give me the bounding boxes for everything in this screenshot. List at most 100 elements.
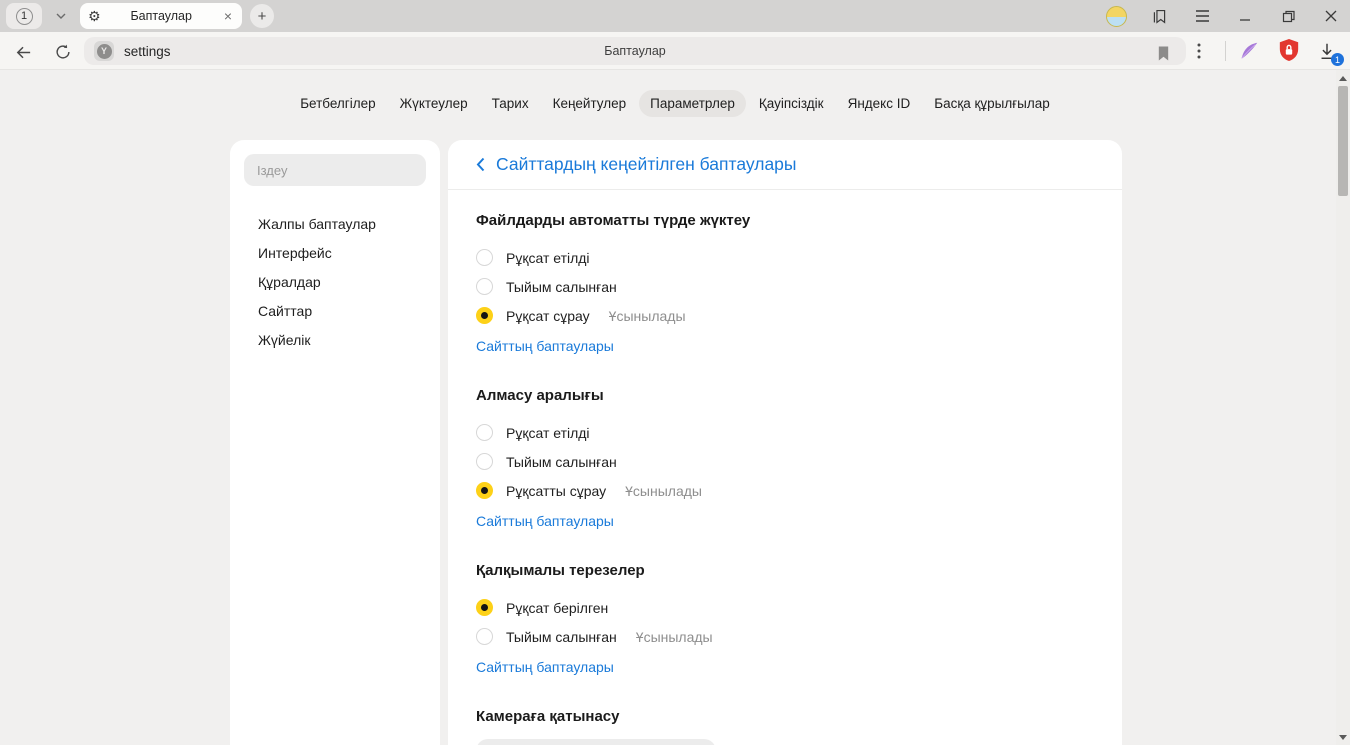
tab-yandex-id[interactable]: Яндекс ID <box>837 90 922 117</box>
radio-option[interactable]: Рұқсатты сұрау Ұсынылады <box>476 476 1094 505</box>
radio-label: Рұқсат сұрау <box>506 308 590 324</box>
gear-icon: ⚙ <box>88 9 101 23</box>
tab-strip: 1 ⚙ Баптаулар × + <box>0 0 1350 32</box>
radio-label: Рұқсат етілді <box>506 425 590 441</box>
tab-history[interactable]: Тарих <box>481 90 540 117</box>
radio-option[interactable]: Рұқсат етілді <box>476 418 1094 447</box>
camera-device-select[interactable]: ov9734_azurewave_camera Алдыңғы ⌄ <box>476 739 716 745</box>
scroll-down-arrow[interactable] <box>1336 731 1350 743</box>
bookmarks-icon <box>1151 8 1168 25</box>
recommended-badge: Ұсынылады <box>609 308 686 324</box>
site-icon: Y <box>94 41 114 61</box>
radio-icon[interactable] <box>476 278 493 295</box>
page-title: Сайттардың кеңейтілген баптаулары <box>496 154 797 175</box>
section-heading: Алмасу аралығы <box>476 386 1094 406</box>
sidebar-list: Жалпы баптаулар Интерфейс Құралдар Сайтт… <box>230 200 440 355</box>
bookmarks-panel-button[interactable] <box>1148 5 1170 27</box>
reload-icon <box>54 43 72 61</box>
site-settings-link[interactable]: Сайттың баптаулары <box>476 511 614 531</box>
radio-icon[interactable] <box>476 249 493 266</box>
window-minimize-button[interactable] <box>1234 5 1256 27</box>
radio-icon[interactable] <box>476 482 493 499</box>
radio-label: Тыйым салынған <box>506 279 617 295</box>
radio-option[interactable]: Тыйым салынған Ұсынылады <box>476 622 1094 651</box>
page-title-back-link[interactable]: Сайттардың кеңейтілген баптаулары <box>448 140 1122 190</box>
protect-shield-button[interactable] <box>1278 39 1300 61</box>
sidebar-search[interactable] <box>244 154 426 186</box>
radio-option[interactable]: Тыйым салынған <box>476 272 1094 301</box>
tab-title: Баптаулар <box>101 9 222 23</box>
download-count-badge: 1 <box>1331 53 1344 66</box>
radio-icon[interactable] <box>476 599 493 616</box>
site-settings-link[interactable]: Сайттың баптаулары <box>476 336 614 356</box>
radio-label: Рұқсатты сұрау <box>506 483 606 499</box>
toolbar-divider <box>1225 41 1226 61</box>
radio-icon[interactable] <box>476 453 493 470</box>
restore-icon <box>1282 10 1295 23</box>
tab-list-chevron-button[interactable] <box>48 3 74 29</box>
settings-sections: Файлдарды автоматты түрде жүктеу Рұқсат … <box>448 190 1122 745</box>
browser-toolbar: Y settings Баптаулар 1 <box>0 32 1350 70</box>
sidebar-item-system[interactable]: Жүйелік <box>230 326 440 355</box>
section-auto-download: Файлдарды автоматты түрде жүктеу Рұқсат … <box>476 211 1094 356</box>
close-tab-icon[interactable]: × <box>222 8 234 24</box>
tab-other-devices[interactable]: Басқа құрылғылар <box>923 90 1061 117</box>
tab-counter-button[interactable]: 1 <box>6 3 42 29</box>
sidebar-item-general[interactable]: Жалпы баптаулар <box>230 210 440 239</box>
hamburger-icon <box>1195 10 1210 22</box>
scroll-up-arrow[interactable] <box>1336 72 1350 84</box>
radio-icon[interactable] <box>476 628 493 645</box>
site-settings-link[interactable]: Сайттың баптаулары <box>476 657 614 677</box>
minimize-icon <box>1239 10 1251 22</box>
settings-sidebar: Жалпы баптаулар Интерфейс Құралдар Сайтт… <box>230 140 440 745</box>
triangle-up-icon <box>1339 76 1347 81</box>
address-bar[interactable]: Y settings Баптаулар <box>84 37 1186 65</box>
radio-label: Тыйым салынған <box>506 629 617 645</box>
page-scrollbar[interactable] <box>1336 70 1350 745</box>
chevron-left-icon <box>476 157 485 172</box>
reload-button[interactable] <box>52 41 74 63</box>
radio-icon[interactable] <box>476 424 493 441</box>
recommended-badge: Ұсынылады <box>625 483 702 499</box>
back-button[interactable] <box>12 41 34 63</box>
radio-option[interactable]: Рұқсат етілді <box>476 243 1094 272</box>
back-arrow-icon <box>14 43 33 62</box>
tab-bookmarks[interactable]: Бетбелгілер <box>289 90 386 117</box>
chevron-down-icon <box>56 13 66 19</box>
tab-count: 1 <box>16 8 33 25</box>
radio-option[interactable]: Рұқсат берілген <box>476 593 1094 622</box>
radio-icon[interactable] <box>476 307 493 324</box>
scrollbar-thumb[interactable] <box>1338 86 1348 196</box>
tab-settings[interactable]: Параметрлер <box>639 90 746 117</box>
downloads-button[interactable]: 1 <box>1316 40 1338 62</box>
radio-option[interactable]: Рұқсат сұрау Ұсынылады <box>476 301 1094 330</box>
omnibox-page-title: Баптаулар <box>604 44 666 58</box>
tab-security[interactable]: Қауіпсіздік <box>748 90 835 117</box>
tab-actions-menu-button[interactable] <box>1188 40 1210 62</box>
radio-option[interactable]: Тыйым салынған <box>476 447 1094 476</box>
profile-avatar[interactable] <box>1106 6 1127 27</box>
browser-tab-settings[interactable]: ⚙ Баптаулар × <box>80 3 242 29</box>
sidebar-item-interface[interactable]: Интерфейс <box>230 239 440 268</box>
extension-feather-button[interactable] <box>1238 40 1260 62</box>
sidebar-item-sites[interactable]: Сайттар <box>230 297 440 326</box>
window-close-button[interactable] <box>1320 5 1342 27</box>
section-popups: Қалқымалы терезелер Рұқсат берілген Тыйы… <box>476 561 1094 677</box>
tab-extensions[interactable]: Кеңейтулер <box>542 90 638 117</box>
search-input[interactable] <box>244 163 426 178</box>
tab-downloads[interactable]: Жүктеулер <box>389 90 479 117</box>
bookmark-page-button[interactable] <box>1152 42 1174 64</box>
browser-menu-button[interactable] <box>1191 5 1213 27</box>
section-heading: Қалқымалы терезелер <box>476 561 1094 581</box>
close-icon <box>1325 10 1337 22</box>
sidebar-item-tools[interactable]: Құралдар <box>230 268 440 297</box>
yandex-logo-icon: Y <box>97 44 112 59</box>
radio-label: Рұқсат берілген <box>506 600 608 616</box>
section-camera: Камераға қатынасу ov9734_azurewave_camer… <box>476 707 1094 745</box>
new-tab-button[interactable]: + <box>250 4 274 28</box>
section-heading: Камераға қатынасу <box>476 707 1094 727</box>
window-restore-button[interactable] <box>1277 5 1299 27</box>
bookmark-flag-icon <box>1156 45 1171 62</box>
url-text: settings <box>124 44 171 59</box>
shield-lock-icon <box>1278 38 1300 62</box>
